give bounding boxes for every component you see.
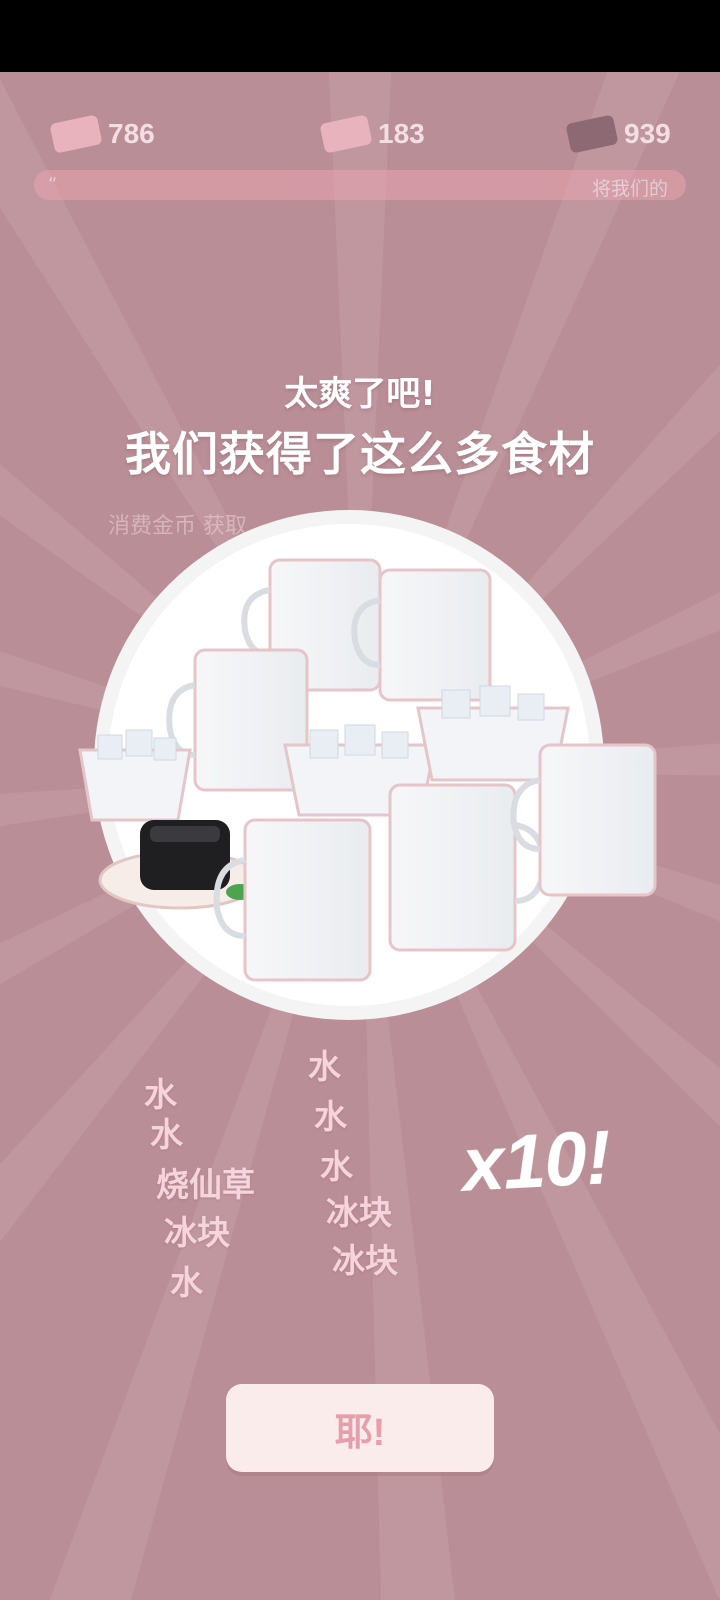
water-mug-icon [166,648,309,792]
ingredient-label-right-1: 水 [308,1047,341,1086]
currency-plus-value: 939 [624,118,671,149]
ingredient-label-left-5: 水 [170,1263,203,1302]
ingredient-label-right-5: 冰块 [332,1241,398,1280]
ingredient-label-right-3: 水 [320,1147,353,1186]
coupon-card-icon [319,114,373,154]
currency-coupon-value: 183 [378,118,425,149]
progress-label: 将我们的 [591,178,668,200]
popup-title-big: 我们获得了这么多食材 [125,427,595,481]
ingredient-label-left-4: 冰块 [164,1213,230,1252]
confirm-button[interactable]: 耶! [226,1384,494,1472]
ingredient-label-left-3: 烧仙草 [156,1165,255,1204]
ice-bowl-icon [78,729,192,822]
currency-plus: 939 [565,114,671,154]
currency-ticket-value: 786 [108,118,155,149]
currency-coupon: 183 [319,114,425,154]
status-bar [0,0,720,72]
ingredient-label-right-2: 水 [314,1097,347,1136]
ingredient-label-right-4: 冰块 [326,1193,392,1232]
underlying-hint-text: 消费金币 获取 [108,514,247,539]
currency-ticket: 786 [49,114,155,154]
water-mug-icon [388,783,547,952]
ingredients-illustration [78,558,657,982]
plus-card-icon [565,114,619,154]
popup-title-small: 太爽了吧! [284,374,436,414]
ticket-card-icon [49,114,103,154]
progress-quote-icon: “ [48,174,58,195]
quest-progress-bar: “ 将我们的 [34,170,686,200]
ingredient-label-left-2: 水 [150,1115,183,1154]
reward-multiplier: x10! [459,1115,613,1208]
